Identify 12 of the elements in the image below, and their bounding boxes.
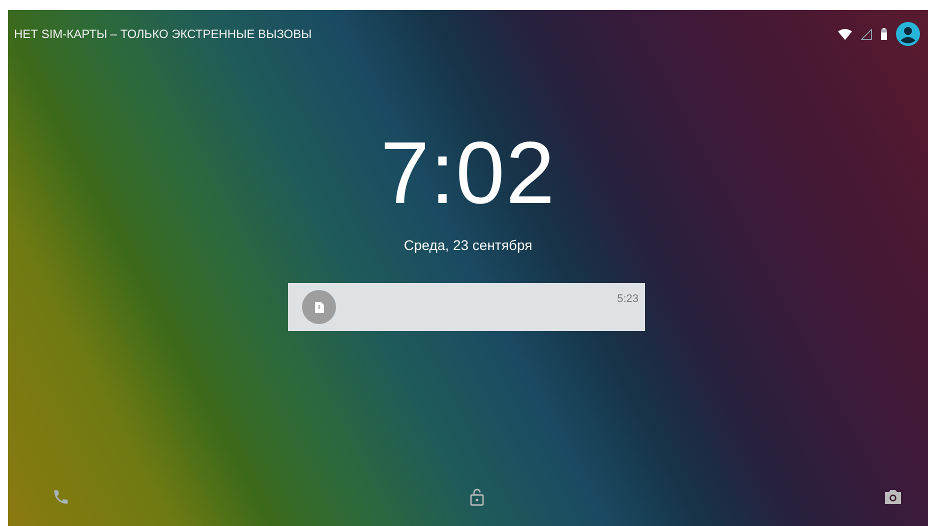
date-text: Среда, 23 сентября xyxy=(404,237,532,253)
wifi-icon xyxy=(838,28,852,40)
signal-icon xyxy=(861,28,872,40)
notification-card[interactable]: 5:23 xyxy=(288,283,644,331)
battery-icon xyxy=(881,28,887,40)
clock-time: 7:02 xyxy=(380,127,556,219)
lock-icon[interactable] xyxy=(470,488,484,506)
notification-time: 5:23 xyxy=(617,293,638,307)
carrier-text: НЕТ SIM-КАРТЫ – ТОЛЬКО ЭКСТРЕННЫЕ ВЫЗОВЫ xyxy=(14,27,312,41)
user-avatar-icon[interactable] xyxy=(896,22,920,46)
sd-card-icon xyxy=(302,290,336,324)
camera-icon[interactable] xyxy=(884,489,902,505)
